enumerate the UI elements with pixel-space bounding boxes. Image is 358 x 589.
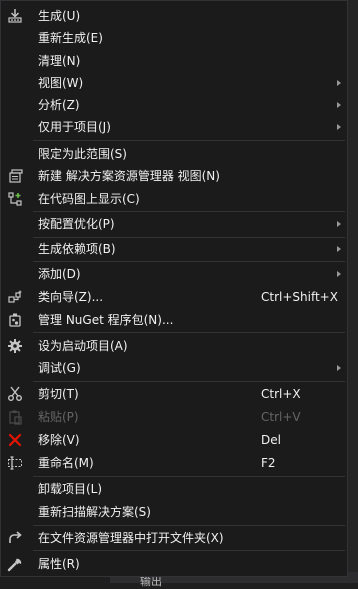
menu-item-add[interactable]: 添加(D) xyxy=(1,263,347,285)
submenu-arrow-icon xyxy=(337,80,341,86)
menu-item-label: 调试(G) xyxy=(38,361,81,375)
menu-item-label: 管理 NuGet 程序包(N)... xyxy=(38,313,174,327)
menu-item-rescan[interactable]: 重新扫描解决方案(S) xyxy=(1,501,347,523)
menu-item-properties[interactable]: 属性(R) xyxy=(1,553,347,575)
menu-item-label: 新建 解决方案资源管理器 视图(N) xyxy=(38,169,220,183)
menu-item-manage-nuget[interactable]: 管理 NuGet 程序包(N)... xyxy=(1,309,347,331)
submenu-arrow-icon xyxy=(337,124,341,130)
menu-item-label: 属性(R) xyxy=(38,557,80,571)
red-x-icon xyxy=(7,432,23,448)
menu-item-label: 在文件资源管理器中打开文件夹(X) xyxy=(38,531,224,545)
menu-item-label: 按配置优化(P) xyxy=(38,217,115,231)
submenu-arrow-icon xyxy=(337,102,341,108)
menu-item-rebuild[interactable]: 重新生成(E) xyxy=(1,27,347,49)
menu-separator xyxy=(33,476,345,477)
menu-item-pgo[interactable]: 按配置优化(P) xyxy=(1,213,347,235)
submenu-arrow-icon xyxy=(337,365,341,371)
menu-item-label: 类向导(Z)... xyxy=(38,290,104,304)
menu-item-label: 清理(N) xyxy=(38,54,81,68)
menu-item-analyze[interactable]: 分析(Z) xyxy=(1,94,347,116)
menu-item-label: 仅用于项目(J) xyxy=(38,120,111,134)
menu-item-clean[interactable]: 清理(N) xyxy=(1,50,347,72)
menu-item-unload[interactable]: 卸载项目(L) xyxy=(1,478,347,500)
code-map-icon xyxy=(7,191,23,207)
new-view-icon xyxy=(7,168,23,184)
menu-item-open-in-explorer[interactable]: 在文件资源管理器中打开文件夹(X) xyxy=(1,527,347,549)
menu-item-label: 生成依赖项(B) xyxy=(38,242,116,256)
menu-item-label: 生成(U) xyxy=(38,9,81,23)
menu-item-cut[interactable]: 剪切(T) Ctrl+X xyxy=(1,383,347,405)
submenu-arrow-icon xyxy=(337,246,341,252)
menu-item-set-startup[interactable]: 设为启动项目(A) xyxy=(1,335,347,357)
menu-item-label: 重命名(M) xyxy=(38,456,94,470)
rename-icon xyxy=(7,455,23,471)
menu-item-new-solution-explorer-view[interactable]: 新建 解决方案资源管理器 视图(N) xyxy=(1,165,347,187)
menu-item-label: 添加(D) xyxy=(38,267,81,281)
menu-separator xyxy=(33,211,345,212)
background-editor-strip xyxy=(348,0,358,583)
open-folder-arrow-icon xyxy=(7,530,23,546)
menu-item-label: 设为启动项目(A) xyxy=(38,339,128,353)
menu-item-show-on-code-map[interactable]: 在代码图上显示(C) xyxy=(1,188,347,210)
menu-item-scope-to-this[interactable]: 限定为此范围(S) xyxy=(1,143,347,165)
menu-item-shortcut: Ctrl+Shift+X xyxy=(261,290,338,304)
menu-item-label: 分析(Z) xyxy=(38,98,80,112)
menu-item-label: 限定为此范围(S) xyxy=(38,147,127,161)
menu-separator xyxy=(33,381,345,382)
gear-icon xyxy=(7,338,23,354)
menu-separator xyxy=(33,140,345,141)
submenu-arrow-icon xyxy=(337,271,341,277)
menu-item-build-dependencies[interactable]: 生成依赖项(B) xyxy=(1,238,347,260)
nuget-package-icon xyxy=(7,312,23,328)
solution-context-menu: 生成(U) 重新生成(E) 清理(N) 视图(W) 分析(Z) 仅用于项目(J)… xyxy=(0,0,348,577)
menu-item-shortcut: F2 xyxy=(261,456,276,470)
menu-separator xyxy=(33,550,345,551)
menu-item-class-wizard[interactable]: 类向导(Z)... Ctrl+Shift+X xyxy=(1,286,347,308)
menu-separator xyxy=(33,261,345,262)
menu-item-shortcut: Del xyxy=(261,433,281,447)
clipboard-icon xyxy=(7,409,23,425)
class-wizard-icon xyxy=(7,289,23,305)
menu-item-label: 重新扫描解决方案(S) xyxy=(38,505,151,519)
menu-item-label: 卸载项目(L) xyxy=(38,482,103,496)
menu-item-label: 在代码图上显示(C) xyxy=(38,192,140,206)
menu-separator xyxy=(33,525,345,526)
menu-item-label: 重新生成(E) xyxy=(38,31,103,45)
menu-item-debug[interactable]: 调试(G) xyxy=(1,357,347,379)
menu-item-shortcut: Ctrl+X xyxy=(261,387,301,401)
menu-item-label: 视图(W) xyxy=(38,76,84,90)
menu-item-view[interactable]: 视图(W) xyxy=(1,72,347,94)
menu-item-label: 剪切(T) xyxy=(38,387,79,401)
menu-item-remove[interactable]: 移除(V) Del xyxy=(1,429,347,451)
menu-item-build[interactable]: 生成(U) xyxy=(1,5,347,27)
menu-item-label: 粘贴(P) xyxy=(38,410,79,424)
menu-item-label: 移除(V) xyxy=(38,433,80,447)
menu-separator xyxy=(33,332,345,333)
menu-item-shortcut: Ctrl+V xyxy=(261,410,301,424)
menu-item-paste[interactable]: 粘贴(P) Ctrl+V xyxy=(1,406,347,428)
wrench-icon xyxy=(7,556,23,572)
submenu-arrow-icon xyxy=(337,221,341,227)
menu-item-project-only[interactable]: 仅用于项目(J) xyxy=(1,116,347,138)
menu-item-rename[interactable]: 重命名(M) F2 xyxy=(1,452,347,474)
build-icon xyxy=(7,8,23,24)
scissors-icon xyxy=(7,386,23,402)
